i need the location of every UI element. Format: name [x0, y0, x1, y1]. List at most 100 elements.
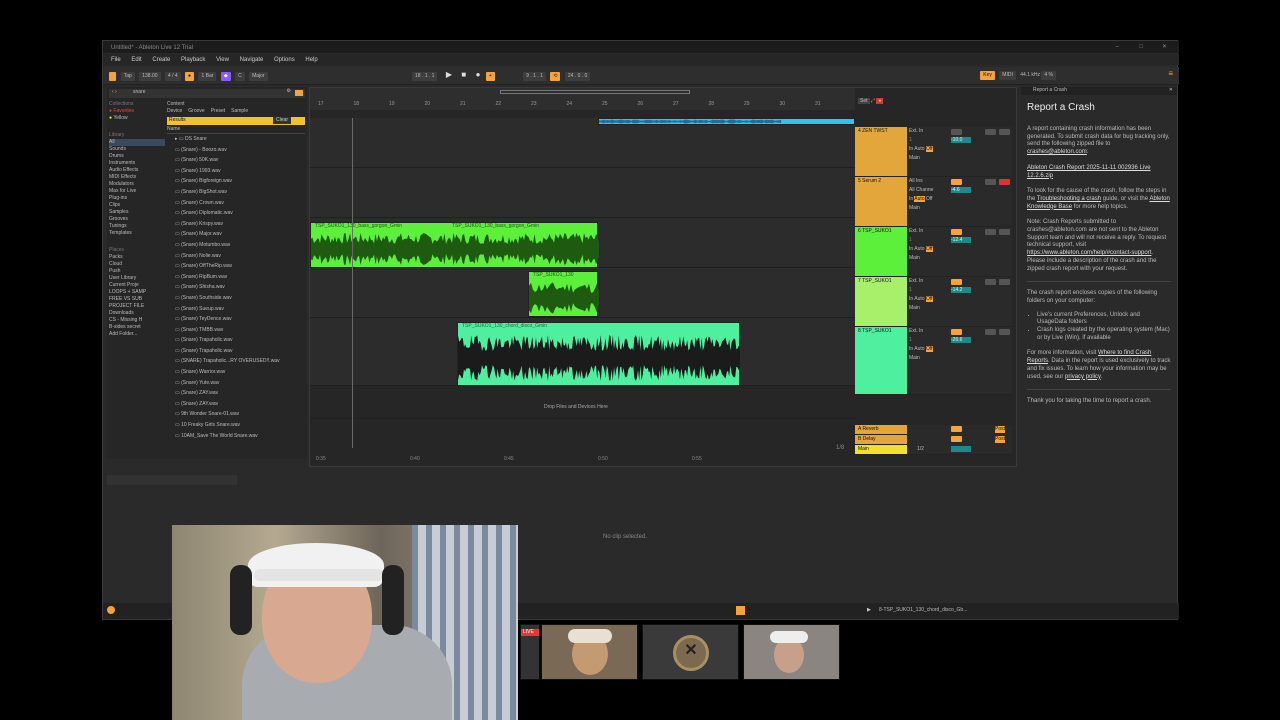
- song-position[interactable]: 18 . 1 . 1: [411, 72, 438, 81]
- output-8[interactable]: Main: [907, 354, 1012, 363]
- sidebar-item-library[interactable]: MIDI Effects: [109, 174, 165, 181]
- key-select[interactable]: C: [235, 72, 245, 81]
- file-list-item[interactable]: ▭ (Snare) Nolie.wav: [167, 251, 305, 262]
- track-lane-4[interactable]: [310, 118, 855, 168]
- sidebar-item-library[interactable]: Modulators: [109, 181, 165, 188]
- file-list-item[interactable]: ▭ 10 Freaky Girls Snare.wav: [167, 420, 305, 431]
- clip-short[interactable]: TSP_SUKO1_130: [528, 271, 599, 317]
- file-list-item[interactable]: ▭ (Snare) TMBB.wav: [167, 325, 305, 336]
- overview-region[interactable]: [500, 90, 690, 94]
- monitor-in-7[interactable]: In: [909, 296, 913, 302]
- file-list-item[interactable]: ▭ (Snare) Major.wav: [167, 229, 305, 240]
- track-number-7[interactable]: [951, 279, 962, 285]
- file-list-item[interactable]: ▭ (Snare) ZAY.wav: [167, 399, 305, 410]
- solo-5[interactable]: [985, 179, 996, 185]
- volume-5[interactable]: -4.6: [951, 187, 971, 193]
- file-list-item[interactable]: ▭ 9th Wonder Snare-01.wav: [167, 409, 305, 420]
- play-icon[interactable]: ▶: [446, 70, 452, 79]
- file-list-item[interactable]: ▭ (Snare) OffTheRip.wav: [167, 261, 305, 272]
- link-button[interactable]: [109, 72, 117, 81]
- sidebar-item-library[interactable]: All: [109, 139, 165, 146]
- track-number-5[interactable]: [951, 179, 962, 185]
- play-preview-icon[interactable]: ▶: [867, 607, 871, 614]
- solo-4[interactable]: [985, 129, 996, 135]
- filter-chip[interactable]: Preset: [211, 108, 225, 115]
- sidebar-item-place[interactable]: Downloads: [109, 310, 165, 317]
- file-list-item[interactable]: ▭ 10AM_Save The World Snare.wav: [167, 431, 305, 442]
- output-5[interactable]: Main: [907, 204, 1012, 213]
- main-volume[interactable]: [951, 446, 971, 452]
- track-lane-8[interactable]: TSP_SUKO1_130_chord_disco_Gmin: [310, 318, 855, 386]
- sidebar-item-place[interactable]: Add Folder...: [109, 331, 165, 338]
- troubleshooting-link[interactable]: Troubleshooting a crash: [1037, 196, 1101, 202]
- scale-select[interactable]: Major: [249, 72, 268, 81]
- track-number-8[interactable]: [951, 329, 962, 335]
- clip-zen-twst[interactable]: [598, 118, 855, 125]
- clear-button[interactable]: Clear: [273, 117, 291, 124]
- sidebar-item-library[interactable]: Sounds: [109, 146, 165, 153]
- file-list-item[interactable]: ▭ (Snare) Bigforeign.wav: [167, 176, 305, 187]
- sidebar-item-library[interactable]: Grooves: [109, 216, 165, 223]
- track-header-4[interactable]: 4 ZEN TWST: [855, 127, 907, 177]
- tap-button[interactable]: Tap: [120, 72, 135, 81]
- volume-6[interactable]: -12.4: [951, 237, 971, 243]
- sidebar-item-library[interactable]: Instruments: [109, 160, 165, 167]
- timeline-ruler[interactable]: 17 18 19 20 21 22 23 24 25 26 27 28 29 30 31: [310, 88, 855, 110]
- return-b-number[interactable]: [951, 436, 962, 442]
- file-list-item[interactable]: ▭ (Snare) Motumbo.wav: [167, 240, 305, 251]
- panel-close-icon[interactable]: ✕: [1169, 87, 1173, 94]
- output-6[interactable]: Main: [907, 254, 1012, 263]
- file-list-item[interactable]: ▭ (Snare) 50K.wav: [167, 155, 305, 166]
- loop-toggle[interactable]: ⟲: [550, 72, 561, 81]
- monitor-auto-7[interactable]: Auto: [914, 296, 924, 302]
- volume-8[interactable]: -26.6: [951, 337, 971, 343]
- file-list-item[interactable]: ▭ (Snare) - Boozo.wav: [167, 145, 305, 156]
- arm-5[interactable]: [999, 179, 1010, 185]
- arm-7[interactable]: [999, 279, 1010, 285]
- playhead[interactable]: [352, 118, 353, 448]
- file-list-item[interactable]: ▭ (Snare) Crown.wav: [167, 198, 305, 209]
- monitor-in-5[interactable]: In: [909, 196, 913, 202]
- zip-file-link[interactable]: Ableton Crash Report 2025-11-11 002936 L…: [1027, 165, 1151, 179]
- file-list-item[interactable]: ▭ (SNARE) Trapaholic...RY OVERUSED!!.wav: [167, 356, 305, 367]
- solo-8[interactable]: [985, 329, 996, 335]
- track-header-5[interactable]: 5 Serum 2: [855, 177, 907, 227]
- monitor-off-4[interactable]: Off: [925, 146, 933, 152]
- main-header[interactable]: Main: [855, 445, 907, 455]
- sidebar-item-library[interactable]: Templates: [109, 230, 165, 237]
- arm-4[interactable]: [999, 129, 1010, 135]
- sidebar-item-place[interactable]: PROJECT FILE: [109, 303, 165, 310]
- track-lane-7[interactable]: TSP_SUKO1_130: [310, 268, 855, 318]
- tempo-field[interactable]: 138.00: [139, 72, 161, 81]
- file-list-item[interactable]: ▭ (Snare) Shisha.wav: [167, 282, 305, 293]
- track-header-6[interactable]: 6 TSP_SUKO1: [855, 227, 907, 277]
- sidebar-item-place[interactable]: User Library: [109, 275, 165, 282]
- file-list-item[interactable]: ▭ (Snare) BigShot.wav: [167, 187, 305, 198]
- set-locator-button[interactable]: Set: [858, 98, 870, 104]
- monitor-in-8[interactable]: In: [909, 346, 913, 352]
- clip-chord-disco[interactable]: TSP_SUKO1_130_chord_disco_Gmin: [457, 322, 740, 386]
- volume-7[interactable]: -14.2: [951, 287, 971, 293]
- sidebar-item-library[interactable]: Tunings: [109, 223, 165, 230]
- monitor-off-6[interactable]: Off: [925, 246, 933, 252]
- clip-bass-gorgon[interactable]: TSP_SUKO1_130_bass_gorgon_Gmin TSP_SUKO1_…: [310, 222, 599, 268]
- sidebar-item-place[interactable]: FREE VS SUB: [109, 296, 165, 303]
- file-list-item[interactable]: ▭ (Snare) 1993.wav: [167, 166, 305, 177]
- sidebar-item-place[interactable]: Packs: [109, 254, 165, 261]
- menu-navigate[interactable]: Navigate: [240, 57, 264, 63]
- close-icon[interactable]: ✕: [1162, 43, 1167, 51]
- arm-icon[interactable]: ●: [876, 98, 884, 104]
- drop-zone-text[interactable]: Drop Files and Devices Here: [544, 404, 608, 411]
- monitor-off-7[interactable]: Off: [925, 296, 933, 302]
- sidebar-item-place[interactable]: Cloud: [109, 261, 165, 268]
- track-lane-5[interactable]: [310, 168, 855, 218]
- time-signature[interactable]: 4 / 4: [164, 72, 181, 81]
- monitor-auto-5[interactable]: Auto: [914, 196, 925, 202]
- file-list-item[interactable]: ▭ (Snare) Diplomatic.wav: [167, 208, 305, 219]
- content-heading[interactable]: Content: [167, 101, 305, 108]
- sidebar-item-library[interactable]: Drums: [109, 153, 165, 160]
- output-7[interactable]: Main: [907, 304, 1012, 313]
- filter-chip[interactable]: Groove: [188, 108, 204, 115]
- sidebar-item-place[interactable]: Current Proje: [109, 282, 165, 289]
- sidebar-item-place[interactable]: CS - Missing H: [109, 317, 165, 324]
